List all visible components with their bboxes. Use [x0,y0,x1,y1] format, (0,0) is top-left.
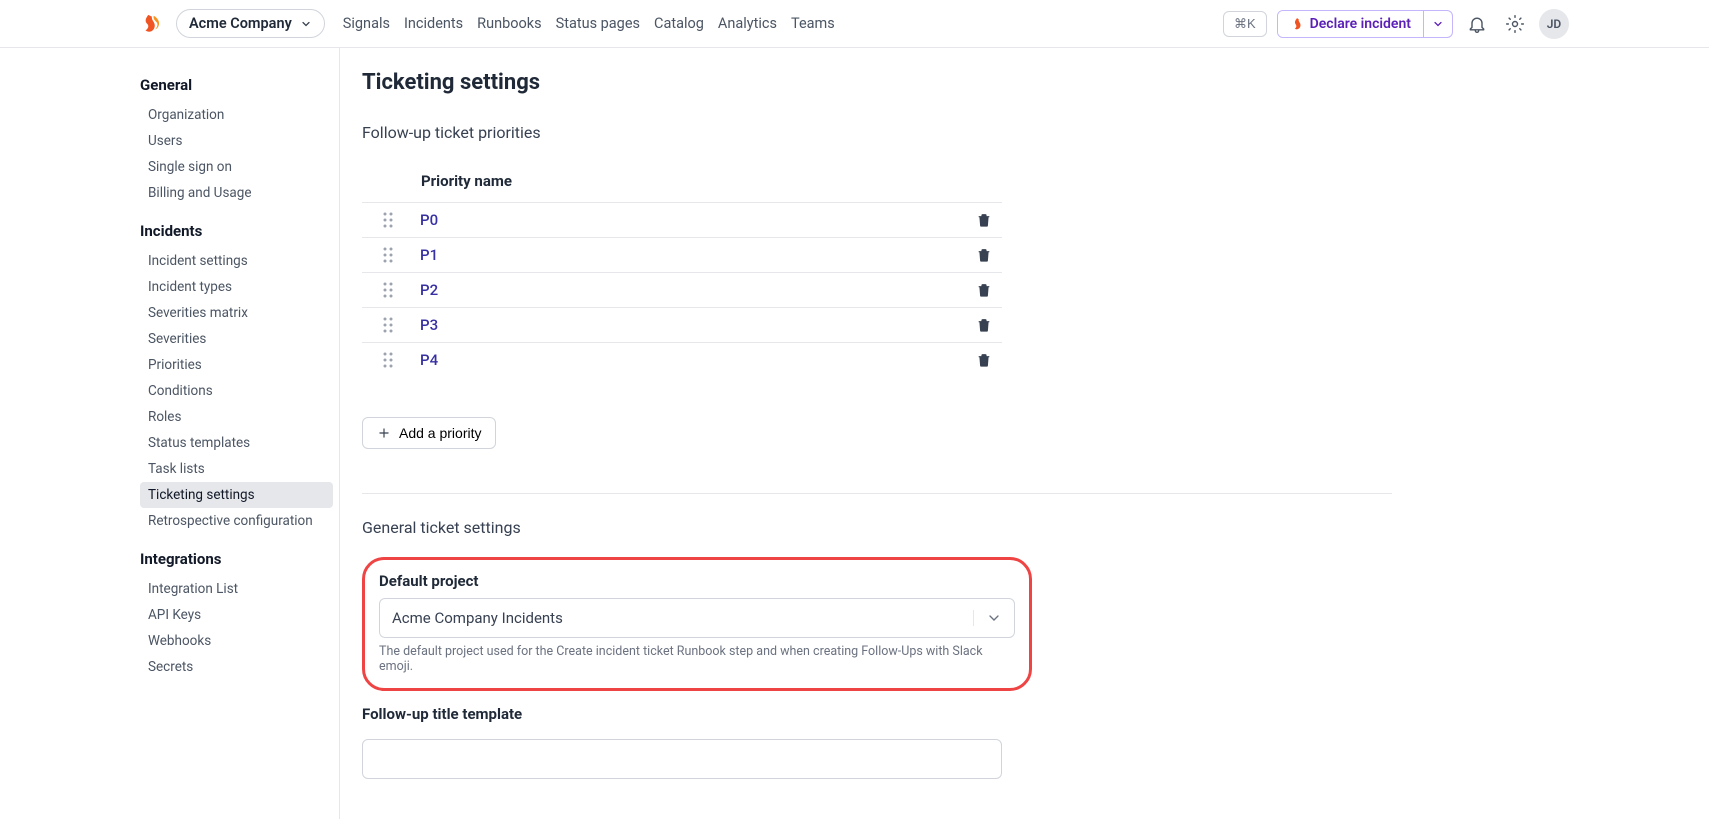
side-task-lists[interactable]: Task lists [140,456,333,482]
side-incident-types[interactable]: Incident types [140,274,333,300]
page-title: Ticketing settings [362,70,1420,95]
section-divider [362,493,1392,494]
nav-analytics[interactable]: Analytics [718,15,777,32]
nav-catalog[interactable]: Catalog [654,15,704,32]
org-picker[interactable]: Acme Company [176,9,325,38]
add-priority-button[interactable]: Add a priority [362,417,496,449]
delete-priority-button[interactable] [976,317,992,333]
priority-row: P4 [362,342,1002,377]
app-logo[interactable] [140,13,162,35]
side-severities-matrix[interactable]: Severities matrix [140,300,333,326]
followup-template-input[interactable] [362,739,1002,779]
side-sso[interactable]: Single sign on [140,154,333,180]
side-roles[interactable]: Roles [140,404,333,430]
trash-icon [976,247,992,263]
topbar-right: ⌘K Declare incident JD [1223,9,1569,39]
chevron-down-icon [1432,18,1444,30]
chevron-down-icon [300,18,312,30]
default-project-help: The default project used for the Create … [379,644,1015,674]
trash-icon [976,317,992,333]
delete-priority-button[interactable] [976,247,992,263]
side-organization[interactable]: Organization [140,102,333,128]
add-priority-label: Add a priority [399,425,481,441]
chevron-down-icon [986,610,1002,626]
side-retro-config[interactable]: Retrospective configuration [140,508,333,534]
side-incident-settings[interactable]: Incident settings [140,248,333,274]
drag-handle-icon[interactable] [382,282,394,298]
drag-handle-icon[interactable] [382,247,394,263]
declare-incident-button[interactable]: Declare incident [1278,11,1423,37]
side-group-general: General [140,76,333,94]
main-content: Ticketing settings Follow-up ticket prio… [340,48,1420,819]
priority-name-header: Priority name [362,162,1420,202]
delete-priority-button[interactable] [976,282,992,298]
drag-handle-icon[interactable] [382,352,394,368]
side-ticketing-settings[interactable]: Ticketing settings [140,482,333,508]
followup-template-block: Follow-up title template [362,705,1002,779]
command-palette-button[interactable]: ⌘K [1223,11,1267,37]
default-project-highlight: Default project Acme Company Incidents T… [362,557,1032,691]
declare-incident-label: Declare incident [1310,16,1411,32]
priority-link[interactable]: P4 [420,351,438,369]
side-secrets[interactable]: Secrets [140,654,333,680]
side-billing[interactable]: Billing and Usage [140,180,333,206]
nav-incidents[interactable]: Incidents [404,15,463,32]
general-section-title: General ticket settings [362,518,1420,537]
priority-row: P3 [362,307,1002,342]
trash-icon [976,282,992,298]
priority-row: P1 [362,237,1002,272]
priority-row: P2 [362,272,1002,307]
default-project-label: Default project [379,572,1015,590]
side-severities[interactable]: Severities [140,326,333,352]
main-nav: Signals Incidents Runbooks Status pages … [343,15,835,32]
priority-link[interactable]: P1 [420,246,438,264]
settings-button[interactable] [1501,10,1529,38]
trash-icon [976,212,992,228]
side-integration-list[interactable]: Integration List [140,576,333,602]
priority-link[interactable]: P0 [420,211,438,229]
bell-icon [1467,14,1487,34]
side-group-incidents: Incidents [140,222,333,240]
side-group-integrations: Integrations [140,550,333,568]
drag-handle-icon[interactable] [382,317,394,333]
user-avatar[interactable]: JD [1539,9,1569,39]
default-project-value: Acme Company Incidents [392,609,563,627]
delete-priority-button[interactable] [976,352,992,368]
select-caret [973,610,1002,626]
priorities-section-title: Follow-up ticket priorities [362,123,1420,142]
side-status-templates[interactable]: Status templates [140,430,333,456]
priority-link[interactable]: P2 [420,281,438,299]
default-project-select[interactable]: Acme Company Incidents [379,598,1015,638]
trash-icon [976,352,992,368]
followup-template-label: Follow-up title template [362,705,1002,723]
side-users[interactable]: Users [140,128,333,154]
side-conditions[interactable]: Conditions [140,378,333,404]
page: General Organization Users Single sign o… [0,48,1709,819]
notifications-button[interactable] [1463,10,1491,38]
declare-incident-group: Declare incident [1277,10,1453,38]
flame-logo-icon [140,13,162,35]
fire-icon [1290,17,1304,31]
priority-row: P0 [362,202,1002,237]
delete-priority-button[interactable] [976,212,992,228]
side-webhooks[interactable]: Webhooks [140,628,333,654]
settings-sidebar: General Organization Users Single sign o… [140,48,340,819]
side-api-keys[interactable]: API Keys [140,602,333,628]
plus-icon [377,426,391,440]
org-name: Acme Company [189,15,292,32]
nav-signals[interactable]: Signals [343,15,390,32]
nav-runbooks[interactable]: Runbooks [477,15,541,32]
topbar: Acme Company Signals Incidents Runbooks … [0,0,1709,48]
priority-link[interactable]: P3 [420,316,438,334]
side-priorities[interactable]: Priorities [140,352,333,378]
gear-icon [1505,14,1525,34]
declare-incident-dropdown[interactable] [1423,11,1452,37]
nav-status-pages[interactable]: Status pages [556,15,640,32]
drag-handle-icon[interactable] [382,212,394,228]
nav-teams[interactable]: Teams [791,15,835,32]
